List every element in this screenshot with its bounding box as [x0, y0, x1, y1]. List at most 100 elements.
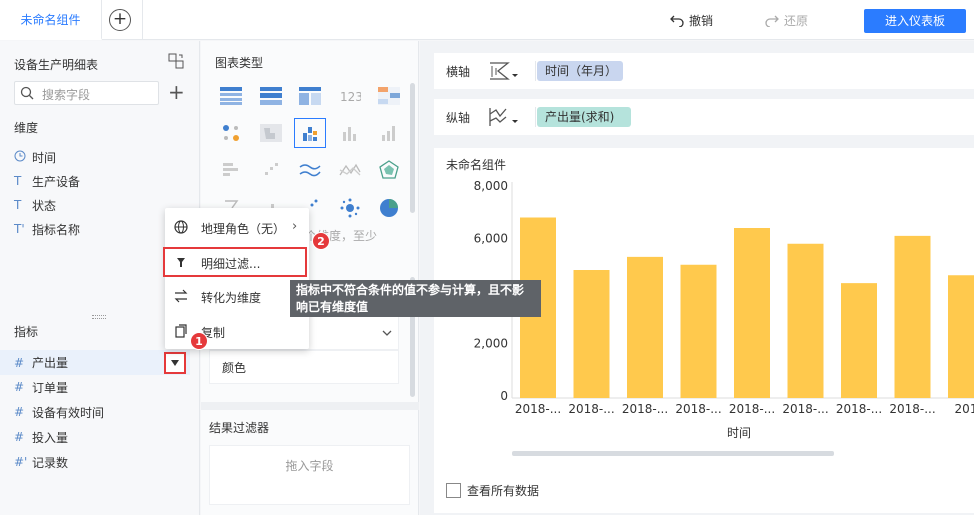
bar: [841, 283, 877, 398]
chart-type-line[interactable]: [294, 155, 326, 185]
chart-type-hbar[interactable]: [215, 155, 247, 185]
chart-type-heat-table[interactable]: [373, 81, 405, 111]
switch-dataset-icon[interactable]: [168, 53, 184, 69]
chart-type-bar[interactable]: [334, 118, 366, 148]
add-field-button[interactable]: +: [168, 82, 185, 102]
chart-type-group-table[interactable]: [255, 81, 287, 111]
menu-item-geo-role[interactable]: 地理角色（无） ›: [165, 211, 309, 243]
chart-type-radar[interactable]: [373, 155, 405, 185]
bar: [894, 235, 931, 398]
y-axis-field-pill[interactable]: 产出量(求和): [537, 107, 631, 127]
undo-label: 撤销: [689, 13, 714, 28]
x-tick-label: 2018-...: [568, 402, 614, 416]
x-axis-type-icon[interactable]: [488, 60, 518, 82]
x-tick-label: 2018-...: [782, 402, 828, 416]
result-filter-dropzone[interactable]: 拖入字段: [209, 445, 410, 505]
dataset-title: 设备生产明细表: [14, 58, 99, 72]
field-context-menu: 地理角色（无） › 明细过滤... 转化为维度 复制: [165, 208, 309, 349]
svg-text:123: 123: [340, 90, 361, 104]
measure-label: 记录数: [32, 455, 69, 470]
field-dropdown-button[interactable]: [164, 352, 186, 374]
undo-button[interactable]: 撤销: [670, 12, 713, 28]
y-axis-row: 纵轴 产出量(求和): [434, 99, 974, 135]
measure-item-uptime[interactable]: # 设备有效时间: [14, 402, 184, 422]
y-tick-label: 0: [500, 389, 508, 403]
measure-item-output[interactable]: # 产出量: [0, 350, 190, 375]
section-divider: [201, 402, 419, 410]
detail-filter-tooltip: 指标中不符合条件的值不参与计算，且不影响已有维度值: [290, 280, 541, 317]
dimension-item-status[interactable]: T 状态: [14, 195, 184, 215]
color-label: 颜色: [222, 361, 247, 375]
chart-type-force[interactable]: [334, 193, 366, 223]
measure-label: 订单量: [32, 380, 69, 395]
bar: [948, 275, 974, 398]
x-axis-field-pill[interactable]: 时间（年月）: [537, 61, 623, 81]
x-axis-label: 横轴: [446, 65, 471, 79]
x-tick-label: 2018-...: [729, 402, 775, 416]
search-placeholder: 搜索字段: [42, 88, 91, 102]
bar: [787, 243, 824, 398]
measure-item-input[interactable]: # 投入量: [14, 427, 184, 447]
x-axis-title: 时间: [727, 426, 751, 440]
dimension-item-time[interactable]: 时间: [14, 147, 184, 167]
chart-type-column[interactable]: [373, 118, 405, 148]
hash-icon: #: [14, 430, 25, 444]
line-chart-icon: [299, 164, 321, 177]
chart-type-scatter[interactable]: [255, 155, 287, 185]
table-icon: [220, 87, 242, 105]
chart-type-map[interactable]: [255, 118, 287, 148]
enter-dashboard-button[interactable]: 进入仪表板: [864, 9, 966, 33]
chart-type-dots[interactable]: [215, 118, 247, 148]
chart-type-stacked-bar[interactable]: [294, 118, 326, 148]
chart-type-cross-table[interactable]: [294, 81, 326, 111]
caret-down-icon: [171, 360, 179, 366]
redo-button[interactable]: 还原: [765, 12, 808, 28]
detail-filter-highlight: [163, 247, 307, 277]
swap-icon: [174, 289, 188, 303]
text-t-icon: T': [14, 222, 25, 236]
step-badge-1: 1: [190, 332, 208, 350]
tab-divider: [142, 0, 143, 40]
hash-icon: #': [14, 455, 28, 469]
view-all-label: 查看所有数据: [467, 484, 540, 498]
measure-header: 指标: [14, 325, 39, 339]
force-graph-icon: [340, 198, 360, 218]
chart-type-area[interactable]: [334, 155, 366, 185]
result-filter-title: 结果过滤器: [209, 421, 270, 435]
dimension-item-device[interactable]: T 生产设备: [14, 171, 184, 191]
chevron-down-icon: [382, 330, 392, 336]
chart-type-scrollbar[interactable]: [410, 83, 415, 213]
text-t-icon: T: [14, 198, 22, 212]
bar: [734, 228, 770, 398]
resize-handle[interactable]: [92, 315, 106, 319]
y-axis-type-icon[interactable]: [488, 106, 518, 128]
view-all-checkbox[interactable]: [446, 483, 461, 498]
measure-item-orders[interactable]: # 订单量: [14, 377, 184, 397]
menu-label: 转化为维度: [201, 291, 262, 305]
color-property[interactable]: 颜色: [209, 350, 399, 384]
menu-item-copy[interactable]: 复制: [165, 315, 309, 347]
chart-type-table[interactable]: [215, 81, 247, 111]
add-tab-icon[interactable]: +: [109, 9, 131, 31]
tab-component[interactable]: 未命名组件: [0, 0, 102, 40]
dimension-header: 维度: [14, 121, 39, 135]
measure-label: 投入量: [32, 430, 69, 445]
redo-label: 还原: [784, 13, 809, 28]
group-table-icon: [260, 87, 282, 105]
text-t-icon: T: [14, 174, 22, 188]
bar-chart-icon: [343, 127, 356, 141]
menu-item-convert-dimension[interactable]: 转化为维度: [165, 280, 309, 312]
x-tick-label: 2018-...: [889, 402, 935, 416]
chart-type-title: 图表类型: [215, 56, 264, 70]
x-axis-row: 横轴 时间（年月）: [434, 53, 974, 89]
chart-type-pie[interactable]: [373, 193, 405, 223]
search-input[interactable]: 搜索字段: [14, 81, 159, 105]
column-chart-icon: [382, 126, 395, 141]
dot-grid-icon: [223, 125, 239, 141]
measure-item-records[interactable]: #' 记录数: [14, 452, 184, 472]
chart-type-kpi[interactable]: 123: [334, 81, 366, 111]
bar: [573, 270, 610, 398]
dimension-item-metric-name[interactable]: T' 指标名称: [14, 219, 184, 239]
x-tick-label: 201: [955, 402, 974, 416]
y-tick-label: 6,000: [474, 232, 508, 246]
